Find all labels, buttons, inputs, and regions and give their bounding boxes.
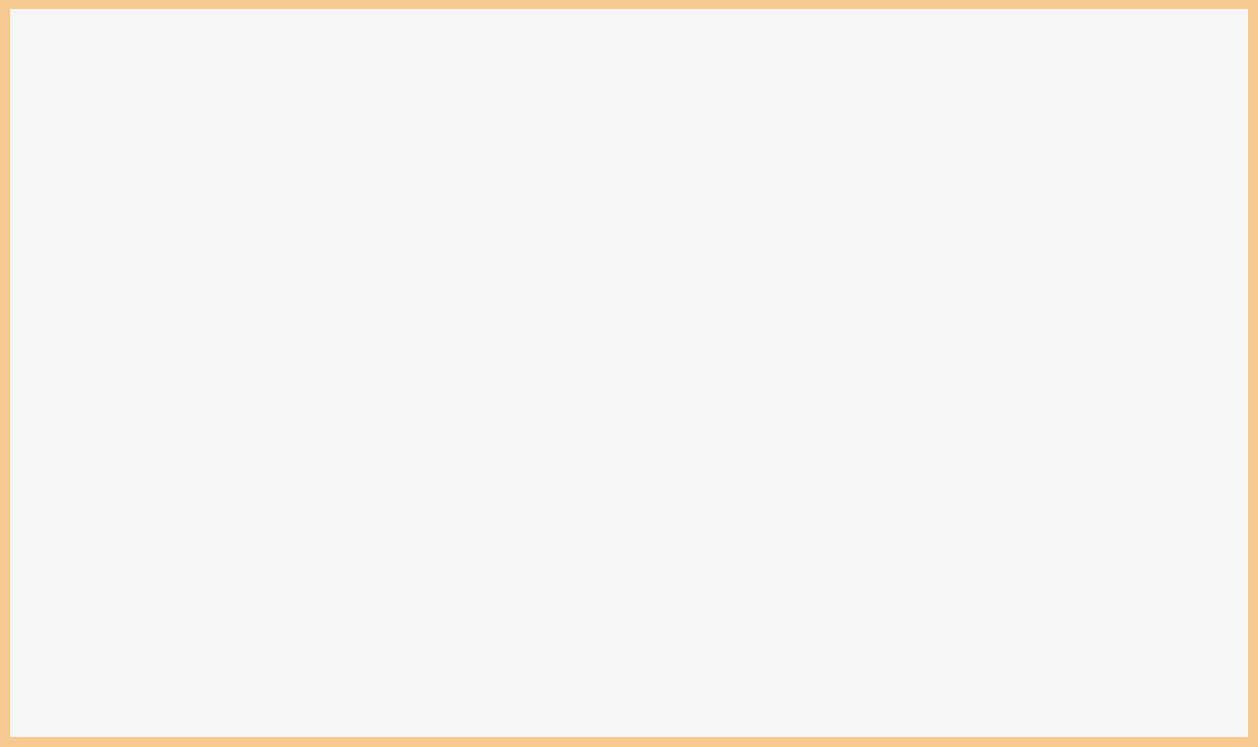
summary-product: Paspoort xyxy=(280,145,357,163)
page-subtitle: Stap 2: Kies locatie, datum en begintijd xyxy=(67,90,344,106)
summary-middle: . Deze afspraak duurt ongeveer xyxy=(356,145,600,163)
start-time-value: 14:00 xyxy=(93,564,137,582)
start-time-label: Begintijd xyxy=(80,522,152,538)
appointment-options-card: Eerstvolgende mogelijkheid dinsdag 23 ju… xyxy=(67,199,1198,627)
calendar-icon[interactable] xyxy=(86,468,108,490)
summary-duration: 15 xyxy=(599,145,621,163)
summary-prefix: U maakt een afspraak voor: xyxy=(67,145,281,163)
option-first-available-date: dinsdag 23 juli xyxy=(110,256,206,271)
start-time-select[interactable]: 14:00 xyxy=(80,549,1185,596)
chevron-down-icon xyxy=(1164,569,1172,575)
fill-personal-details-button[interactable]: Vul persoonsgegevens in xyxy=(911,666,1198,719)
radio-choose-custom[interactable] xyxy=(82,306,95,319)
start-date-label: Begindatum xyxy=(80,370,176,386)
option-first-available[interactable]: Eerstvolgende mogelijkheid dinsdag 23 ju… xyxy=(68,200,1197,290)
option-first-available-label: Eerstvolgende mogelijkheid xyxy=(110,219,331,235)
appointment-summary: U maakt een afspraak voor: Paspoort. Dez… xyxy=(67,145,687,163)
summary-suffix: minuten xyxy=(620,145,688,163)
page-title: Locatie en datum xyxy=(67,36,491,87)
start-date-field[interactable]: vrijdag 23 augustus 2024 xyxy=(80,400,1185,445)
arrow-right-icon xyxy=(742,648,912,740)
radio-first-available[interactable] xyxy=(82,235,95,248)
option-choose-custom-label[interactable]: Kies zelf een locatie en datum xyxy=(110,310,307,325)
